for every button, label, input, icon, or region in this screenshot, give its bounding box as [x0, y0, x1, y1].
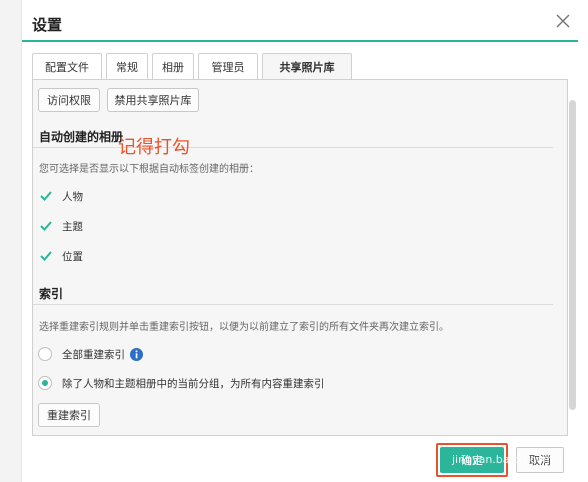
- rebuild-index-button[interactable]: 重建索引: [38, 403, 100, 427]
- rebuild-all-radio-row[interactable]: 全部重建索引: [38, 346, 143, 362]
- access-permission-button[interactable]: 访问权限: [38, 88, 100, 112]
- close-icon[interactable]: [552, 10, 574, 32]
- index-title: 索引: [39, 287, 64, 301]
- disable-shared-library-button[interactable]: 禁用共享照片库: [107, 88, 199, 112]
- tab-shared-library[interactable]: 共享照片库: [262, 53, 352, 80]
- rebuild-except-label: 除了人物和主题相册中的当前分组，为所有内容重建索引: [62, 377, 325, 390]
- watermark-text: jingyan.baidu.com: [452, 453, 554, 466]
- subject-label: 主题: [62, 220, 83, 233]
- settings-dialog: 设置 配置文件 常规 相册 管理员 共享照片库 访问权限 禁用共享照片库 自动创…: [22, 0, 588, 482]
- checkmark-icon[interactable]: [39, 249, 53, 263]
- tab-profile[interactable]: 配置文件: [32, 53, 102, 80]
- header-divider: [22, 40, 578, 42]
- auto-albums-title: 自动创建的相册: [39, 130, 124, 144]
- tab-general[interactable]: 常规: [106, 53, 148, 80]
- scrollbar[interactable]: [569, 100, 576, 410]
- location-label: 位置: [62, 250, 83, 263]
- checkmark-icon[interactable]: [39, 219, 53, 233]
- background-strip: [0, 0, 22, 482]
- tab-admin[interactable]: 管理员: [198, 53, 258, 80]
- dialog-title: 设置: [32, 16, 63, 34]
- rebuild-all-label: 全部重建索引: [62, 348, 125, 361]
- people-label: 人物: [62, 190, 83, 203]
- index-divider: [33, 304, 553, 305]
- people-checkbox-row[interactable]: 人物: [39, 188, 83, 204]
- info-icon[interactable]: [130, 347, 143, 361]
- auto-albums-divider: [33, 147, 553, 148]
- shared-library-panel: 访问权限 禁用共享照片库 自动创建的相册 您可选择是否显示以下根据自动标签创建的…: [32, 80, 568, 436]
- rebuild-all-radio[interactable]: [38, 347, 52, 361]
- annotation-text: 记得打勾: [118, 137, 190, 158]
- location-checkbox-row[interactable]: 位置: [39, 248, 83, 264]
- subject-checkbox-row[interactable]: 主题: [39, 218, 83, 234]
- checkmark-icon[interactable]: [39, 189, 53, 203]
- tab-albums[interactable]: 相册: [152, 53, 194, 80]
- rebuild-except-radio-row[interactable]: 除了人物和主题相册中的当前分组，为所有内容重建索引: [38, 375, 325, 391]
- index-description: 选择重建索引规则并单击重建索引按钮，以便为以前建立了索引的所有文件夹再次建立索引…: [39, 322, 449, 333]
- auto-albums-description: 您可选择是否显示以下根据自动标签创建的相册：: [39, 164, 259, 175]
- rebuild-except-radio[interactable]: [38, 376, 52, 390]
